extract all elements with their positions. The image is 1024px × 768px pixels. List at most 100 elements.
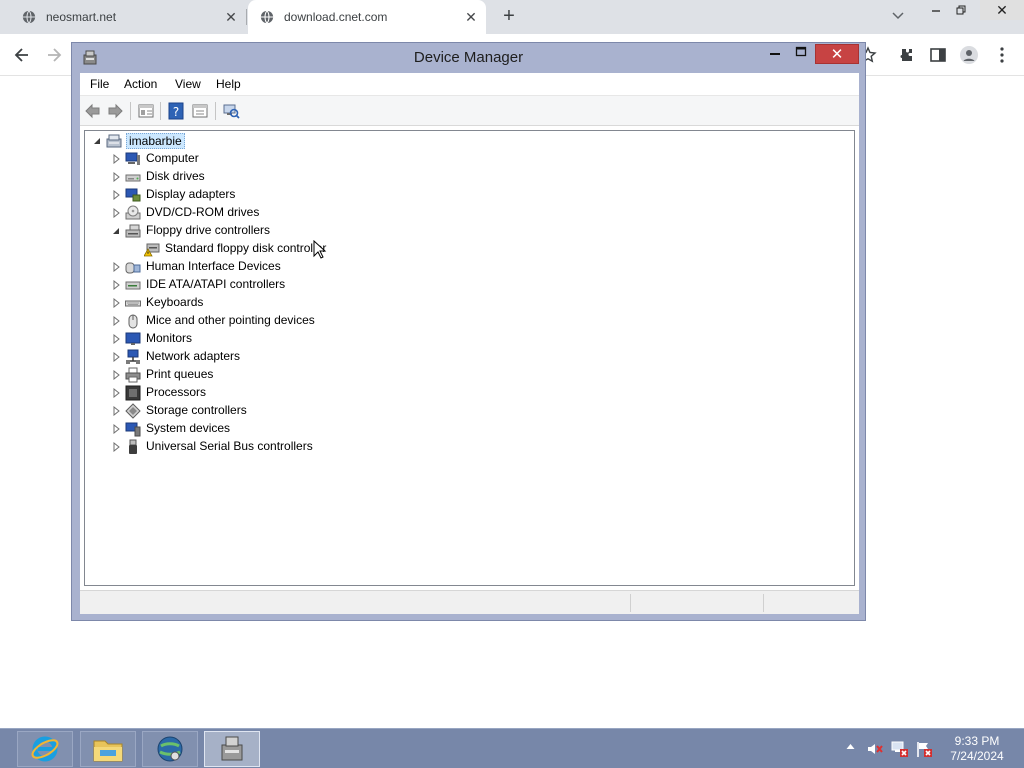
collapse-arrow-icon[interactable] xyxy=(111,226,121,236)
menu-bar: File Action View Help xyxy=(80,73,859,96)
restore-icon[interactable] xyxy=(953,4,969,20)
system-clock[interactable]: 9:33 PM 7/24/2024 xyxy=(940,734,1014,764)
tree-item-label: Floppy drive controllers xyxy=(146,223,271,237)
expand-arrow-icon[interactable] xyxy=(111,424,121,434)
expand-arrow-icon[interactable] xyxy=(111,406,121,416)
internet-explorer-icon xyxy=(31,736,59,762)
globe-icon xyxy=(22,10,36,24)
toolbar-separator xyxy=(215,102,216,120)
expand-arrow-icon[interactable] xyxy=(111,316,121,326)
device-tree[interactable]: imabarbie Computer Disk drives Display a… xyxy=(84,130,855,586)
tree-item-label: Keyboards xyxy=(146,295,204,309)
back-arrow-icon[interactable] xyxy=(12,45,32,65)
expand-arrow-icon[interactable] xyxy=(111,298,121,308)
tree-item-label: Human Interface Devices xyxy=(146,259,281,273)
expand-arrow-icon[interactable] xyxy=(111,190,121,200)
forward-arrow-icon[interactable] xyxy=(106,102,124,120)
browser-close-button[interactable]: ✕ xyxy=(980,0,1024,20)
minimize-icon[interactable] xyxy=(928,4,944,20)
forward-arrow-icon[interactable] xyxy=(44,45,64,65)
expand-arrow-icon[interactable] xyxy=(111,388,121,398)
expand-arrow-icon[interactable] xyxy=(111,370,121,380)
window-titlebar[interactable]: Device Manager ✕ xyxy=(72,43,865,73)
tab-cnet[interactable]: download.cnet.com ✕ xyxy=(248,0,486,34)
status-bar xyxy=(80,590,859,614)
collapse-arrow-icon[interactable] xyxy=(92,136,102,146)
tree-item-label: Monitors xyxy=(146,331,193,345)
show-hidden-icons-icon[interactable] xyxy=(846,743,855,750)
window-minimize-button[interactable] xyxy=(764,46,786,64)
expand-arrow-icon[interactable] xyxy=(111,334,121,344)
device-manager-icon xyxy=(221,736,243,761)
side-panel-icon[interactable] xyxy=(928,45,948,65)
system-devices-icon xyxy=(125,422,141,437)
toolbar-separator xyxy=(160,102,161,120)
window-maximize-button[interactable] xyxy=(790,46,812,64)
network-globe-icon xyxy=(157,736,183,762)
globe-icon xyxy=(260,10,274,24)
hid-icon xyxy=(125,262,141,274)
kebab-menu-icon[interactable] xyxy=(992,45,1012,65)
back-arrow-icon[interactable] xyxy=(84,102,102,120)
usb-icon xyxy=(129,439,137,454)
taskbar-internet-explorer[interactable] xyxy=(17,731,73,767)
taskbar-network-app[interactable] xyxy=(142,731,198,767)
chevron-down-icon[interactable] xyxy=(890,7,906,23)
window-title: Device Manager xyxy=(413,49,524,66)
expand-arrow-icon[interactable] xyxy=(111,280,121,290)
close-tab-icon[interactable]: ✕ xyxy=(224,10,238,24)
taskbar-device-manager[interactable] xyxy=(204,731,260,767)
properties-icon[interactable] xyxy=(191,102,209,120)
mouse-cursor-icon xyxy=(313,240,327,259)
profile-avatar-icon[interactable] xyxy=(959,45,979,65)
keyboard-icon xyxy=(125,300,141,307)
monitor-icon xyxy=(125,332,141,345)
menu-file[interactable]: File xyxy=(90,77,109,91)
help-icon[interactable]: ? xyxy=(167,102,185,120)
dvd-drive-icon xyxy=(125,205,141,220)
file-explorer-icon xyxy=(93,740,123,762)
processor-icon xyxy=(125,385,141,401)
scan-hardware-changes-icon[interactable] xyxy=(222,102,240,120)
tree-root-label: imabarbie xyxy=(126,133,185,149)
display-adapter-icon xyxy=(125,188,141,202)
action-center-flag-icon[interactable] xyxy=(915,740,933,758)
volume-muted-icon[interactable] xyxy=(866,740,884,758)
floppy-controller-warning-icon xyxy=(144,243,160,257)
menu-action[interactable]: Action xyxy=(124,77,157,91)
device-manager-window: Device Manager ✕ File Action View Help ? xyxy=(71,42,866,621)
network-error-icon[interactable] xyxy=(891,740,909,758)
disk-drive-icon xyxy=(125,174,141,182)
extensions-icon[interactable] xyxy=(896,45,916,65)
show-hide-console-tree-icon[interactable] xyxy=(137,102,155,120)
menu-view[interactable]: View xyxy=(175,77,201,91)
expand-arrow-icon[interactable] xyxy=(111,154,121,164)
window-close-button[interactable]: ✕ xyxy=(815,44,859,64)
tree-item-label: Print queues xyxy=(146,367,214,381)
new-tab-button[interactable]: + xyxy=(500,6,518,26)
tree-item-label: Network adapters xyxy=(146,349,241,363)
toolbar-separator xyxy=(130,102,131,120)
tab-label: download.cnet.com xyxy=(284,10,388,24)
printer-icon xyxy=(125,367,141,383)
expand-arrow-icon[interactable] xyxy=(111,262,121,272)
close-tab-icon[interactable]: ✕ xyxy=(464,10,478,24)
network-adapter-icon xyxy=(126,349,140,364)
tree-item-label: Display adapters xyxy=(146,187,236,201)
tree-item-label: Standard floppy disk controller xyxy=(165,241,327,255)
svg-text:?: ? xyxy=(173,105,179,119)
taskbar-file-explorer[interactable] xyxy=(80,731,136,767)
tree-item-label: Computer xyxy=(146,151,199,165)
status-bar-cell xyxy=(763,594,855,612)
window-toolbar: ? xyxy=(80,96,859,126)
expand-arrow-icon[interactable] xyxy=(111,352,121,362)
clock-time: 9:33 PM xyxy=(954,734,1000,748)
storage-controller-icon xyxy=(125,403,141,419)
tree-item-label: Mice and other pointing devices xyxy=(146,313,315,327)
expand-arrow-icon[interactable] xyxy=(111,208,121,218)
menu-help[interactable]: Help xyxy=(216,77,241,91)
expand-arrow-icon[interactable] xyxy=(111,172,121,182)
expand-arrow-icon[interactable] xyxy=(111,442,121,452)
tab-neosmart[interactable]: neosmart.net ✕ xyxy=(0,0,246,34)
browser-tabstrip: neosmart.net ✕ download.cnet.com ✕ + ✕ xyxy=(0,0,1024,34)
